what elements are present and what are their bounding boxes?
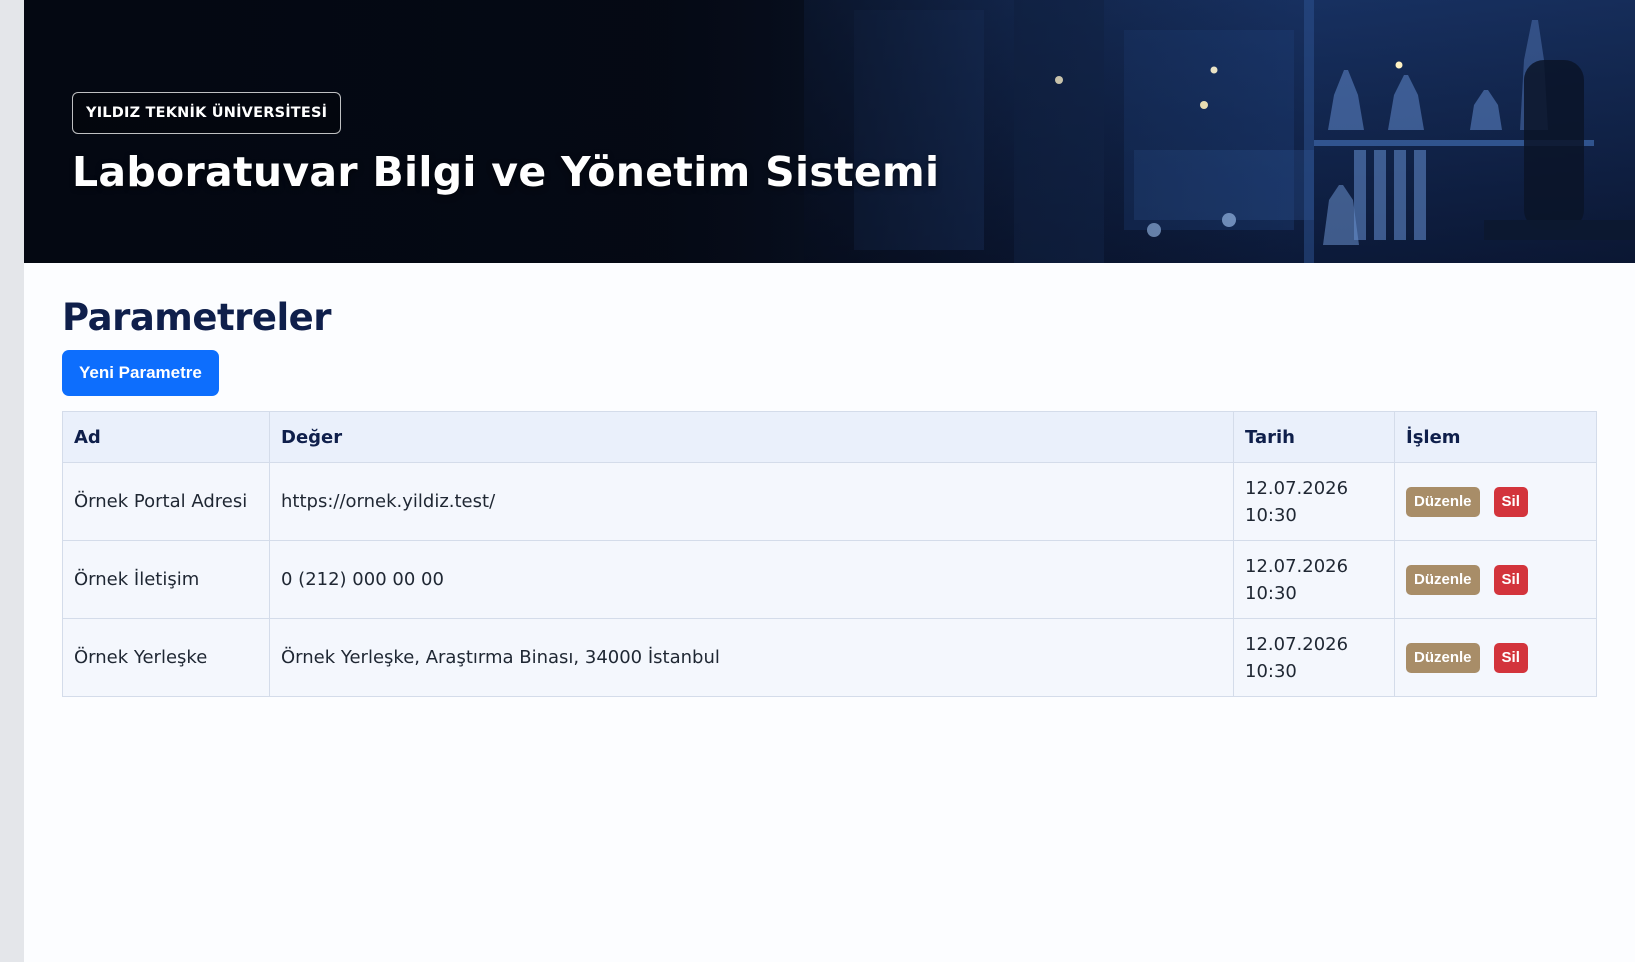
- date-text: 12.07.2026: [1245, 477, 1349, 499]
- table-row: Örnek Portal Adresi https://ornek.yildiz…: [62, 462, 1597, 541]
- page-title: Parametreler: [62, 296, 332, 339]
- cell-islem: Düzenle Sil: [1394, 618, 1597, 697]
- delete-button[interactable]: Sil: [1493, 642, 1528, 673]
- parameters-table: Ad Değer Tarih İşlem Örnek Portal Adresi…: [62, 411, 1597, 697]
- cell-deger: https://ornek.yildiz.test/: [269, 462, 1234, 541]
- window-left-edge: [0, 0, 24, 962]
- cell-deger: Örnek Yerleşke, Araştırma Binası, 34000 …: [269, 618, 1234, 697]
- edit-button[interactable]: Düzenle: [1406, 564, 1480, 595]
- hero-banner: YILDIZ TEKNİK ÜNİVERSİTESİ Laboratuvar B…: [24, 0, 1635, 263]
- time-text: 10:30: [1245, 504, 1297, 526]
- column-header-ad[interactable]: Ad: [62, 411, 270, 463]
- row-actions: Düzenle Sil: [1406, 564, 1585, 595]
- column-header-tarih[interactable]: Tarih: [1233, 411, 1395, 463]
- cell-islem: Düzenle Sil: [1394, 462, 1597, 541]
- table-row: Örnek İletişim 0 (212) 000 00 00 12.07.2…: [62, 540, 1597, 619]
- app-container: YILDIZ TEKNİK ÜNİVERSİTESİ Laboratuvar B…: [24, 0, 1635, 962]
- cell-islem: Düzenle Sil: [1394, 540, 1597, 619]
- main-content: Parametreler Yeni Parametre Ad Değer Tar…: [62, 296, 1597, 697]
- cell-ad: Örnek Yerleşke: [62, 618, 270, 697]
- cell-deger: 0 (212) 000 00 00: [269, 540, 1234, 619]
- time-text: 10:30: [1245, 582, 1297, 604]
- cell-ad: Örnek İletişim: [62, 540, 270, 619]
- table-header-row: Ad Değer Tarih İşlem: [62, 411, 1597, 463]
- new-parameter-button[interactable]: Yeni Parametre: [62, 350, 219, 396]
- cell-tarih: 12.07.2026 10:30: [1233, 540, 1395, 619]
- edit-button[interactable]: Düzenle: [1406, 486, 1480, 517]
- edit-button[interactable]: Düzenle: [1406, 642, 1480, 673]
- cell-ad: Örnek Portal Adresi: [62, 462, 270, 541]
- system-title: Laboratuvar Bilgi ve Yönetim Sistemi: [72, 148, 940, 196]
- university-badge: YILDIZ TEKNİK ÜNİVERSİTESİ: [72, 92, 342, 134]
- column-header-islem: İşlem: [1394, 411, 1597, 463]
- date-text: 12.07.2026: [1245, 633, 1349, 655]
- delete-button[interactable]: Sil: [1493, 486, 1528, 517]
- date-text: 12.07.2026: [1245, 555, 1349, 577]
- time-text: 10:30: [1245, 660, 1297, 682]
- column-header-deger[interactable]: Değer: [269, 411, 1234, 463]
- cell-tarih: 12.07.2026 10:30: [1233, 618, 1395, 697]
- table-row: Örnek Yerleşke Örnek Yerleşke, Araştırma…: [62, 618, 1597, 697]
- cell-tarih: 12.07.2026 10:30: [1233, 462, 1395, 541]
- row-actions: Düzenle Sil: [1406, 486, 1585, 517]
- row-actions: Düzenle Sil: [1406, 642, 1585, 673]
- delete-button[interactable]: Sil: [1493, 564, 1528, 595]
